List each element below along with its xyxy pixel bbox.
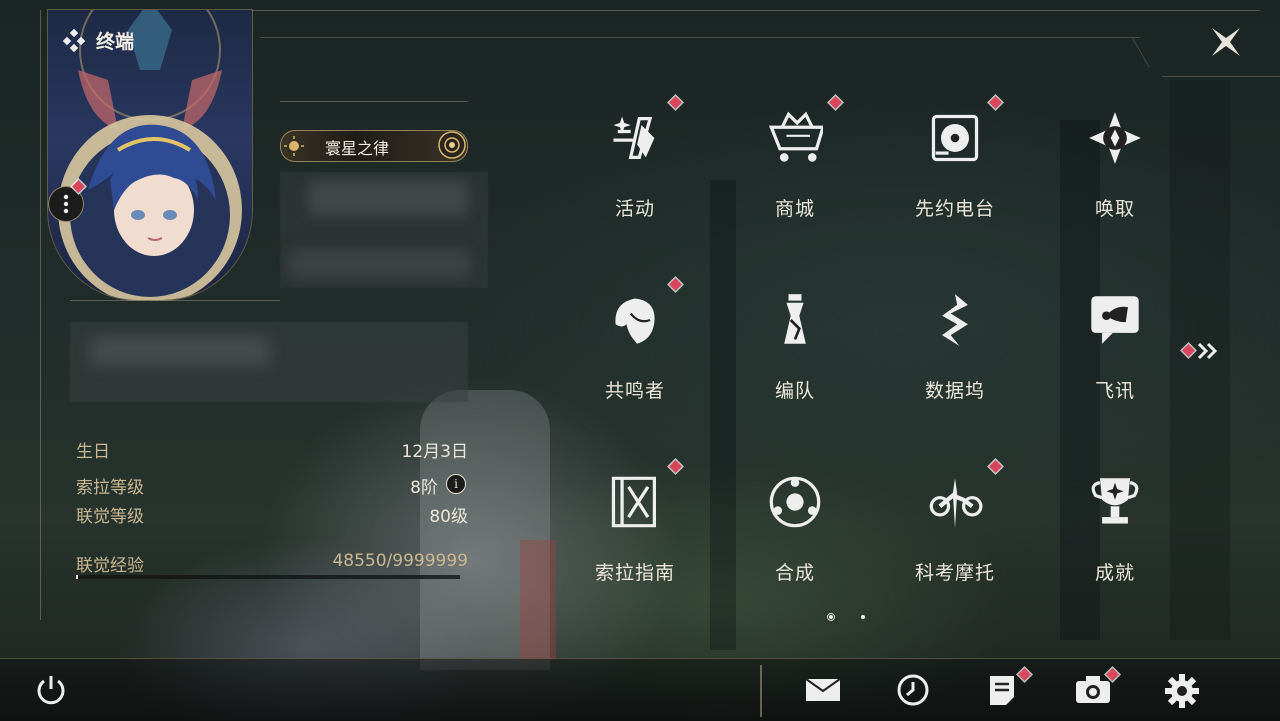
sun-emblem-icon <box>284 136 304 156</box>
notification-badge <box>1018 668 1031 681</box>
menu-item[interactable]: 编队 <box>725 272 865 422</box>
power-icon <box>37 676 65 705</box>
menu-item-label: 商城 <box>774 198 815 220</box>
resonator-icon <box>615 298 655 344</box>
page-indicator <box>827 612 877 624</box>
clock-icon <box>897 674 929 706</box>
menu-item-label: 成就 <box>1094 562 1135 584</box>
activity-icon <box>613 116 655 159</box>
terminal-diamond-icon <box>62 28 86 52</box>
player-title-badge[interactable]: 寰星之律 <box>280 130 468 162</box>
menu-item-label: 活动 <box>614 198 655 220</box>
menu-item[interactable]: 活动 <box>565 90 705 240</box>
shop-cart-icon <box>768 111 823 162</box>
camera-icon <box>1076 676 1110 703</box>
menu-item-label: 唤取 <box>1094 198 1135 220</box>
trophy-icon <box>1091 478 1139 524</box>
menu-item-label: 合成 <box>774 562 815 584</box>
background-character-silhouette <box>520 540 556 660</box>
stat-value-birthday: 12月3日 <box>401 442 468 462</box>
synthesis-icon <box>769 476 821 528</box>
close-icon <box>1212 28 1240 56</box>
stat-label-birthday: 生日 <box>76 442 110 462</box>
notification-badge <box>669 460 682 473</box>
motorbike-icon <box>929 478 983 528</box>
chat-icon <box>1091 296 1139 344</box>
settings-icon <box>1165 674 1199 708</box>
notification-badge <box>669 96 682 109</box>
stat-value-union-level: 80级 <box>429 507 468 527</box>
menu-item[interactable]: 商城 <box>725 90 865 240</box>
notification-badge <box>989 460 1002 473</box>
menu-item-label: 科考摩托 <box>914 562 995 584</box>
frame-inner-line <box>1162 76 1280 77</box>
info-icon: i <box>454 477 458 491</box>
mail-button[interactable] <box>804 675 842 709</box>
menu-item[interactable]: 唤取 <box>1045 90 1185 240</box>
divider <box>760 665 762 717</box>
next-page-button[interactable] <box>1180 340 1220 362</box>
divider <box>280 101 468 102</box>
notification-badge <box>1182 344 1195 357</box>
divider <box>70 300 280 301</box>
settings-button[interactable] <box>1164 673 1200 713</box>
frame-left-line <box>40 10 41 620</box>
menu-item-label: 共鸣者 <box>604 380 665 402</box>
exp-progress-fill <box>76 575 78 579</box>
stat-value-sol-rank: 8阶 <box>410 478 438 498</box>
menu-item[interactable]: 科考摩托 <box>885 454 1025 604</box>
team-chess-icon <box>784 294 806 344</box>
exp-label: 联觉经验 <box>76 556 144 576</box>
page-dot-active[interactable] <box>827 613 835 621</box>
notification-badge <box>989 96 1002 109</box>
menu-item[interactable]: 先约电台 <box>885 90 1025 240</box>
info-button[interactable]: i <box>446 474 466 494</box>
menu-item-label: 数据坞 <box>924 380 985 402</box>
menu-item[interactable]: 飞讯 <box>1045 272 1185 422</box>
page-title: 终端 <box>96 31 135 53</box>
menu-item-label: 飞讯 <box>1094 380 1135 402</box>
history-button[interactable] <box>896 673 930 711</box>
page-dot[interactable] <box>861 615 865 619</box>
page-header: 终端 <box>62 27 134 54</box>
bottom-bar <box>0 658 1280 721</box>
stat-label-sol-rank: 索拉等级 <box>76 478 144 498</box>
close-button[interactable] <box>1208 24 1244 60</box>
frame-inner-line <box>260 37 1140 38</box>
blurred-text <box>308 180 468 216</box>
stat-label-union-level: 联觉等级 <box>76 507 144 527</box>
blurred-text <box>290 250 470 278</box>
mail-icon <box>805 678 841 701</box>
guidebook-icon <box>611 476 656 528</box>
frame-inner-line <box>1131 37 1150 67</box>
data-bank-icon <box>942 294 968 346</box>
menu-item[interactable]: 合成 <box>725 454 865 604</box>
menu-item-label: 先约电台 <box>914 198 995 220</box>
notes-button[interactable] <box>986 668 1031 711</box>
radio-pass-icon <box>931 114 979 162</box>
menu-item[interactable]: 数据坞 <box>885 272 1025 422</box>
menu-item[interactable]: 索拉指南 <box>565 454 705 604</box>
double-chevron-right-icon <box>1197 342 1218 360</box>
menu-item[interactable]: 共鸣者 <box>565 272 705 422</box>
notes-icon <box>990 676 1014 705</box>
exp-value: 48550/9999999 <box>332 551 468 571</box>
exp-progress-bar <box>76 575 460 579</box>
notification-badge <box>829 96 842 109</box>
menu-item[interactable]: 成就 <box>1045 454 1185 604</box>
menu-item-label: 索拉指南 <box>594 562 675 584</box>
blurred-text <box>90 336 270 366</box>
player-title-text: 寰星之律 <box>325 139 390 158</box>
power-button[interactable] <box>34 673 68 711</box>
orb-emblem-icon <box>438 131 466 159</box>
notification-badge <box>669 278 682 291</box>
convene-compass-icon <box>1089 112 1141 164</box>
menu-item-label: 编队 <box>774 380 815 402</box>
camera-button[interactable] <box>1074 668 1119 711</box>
